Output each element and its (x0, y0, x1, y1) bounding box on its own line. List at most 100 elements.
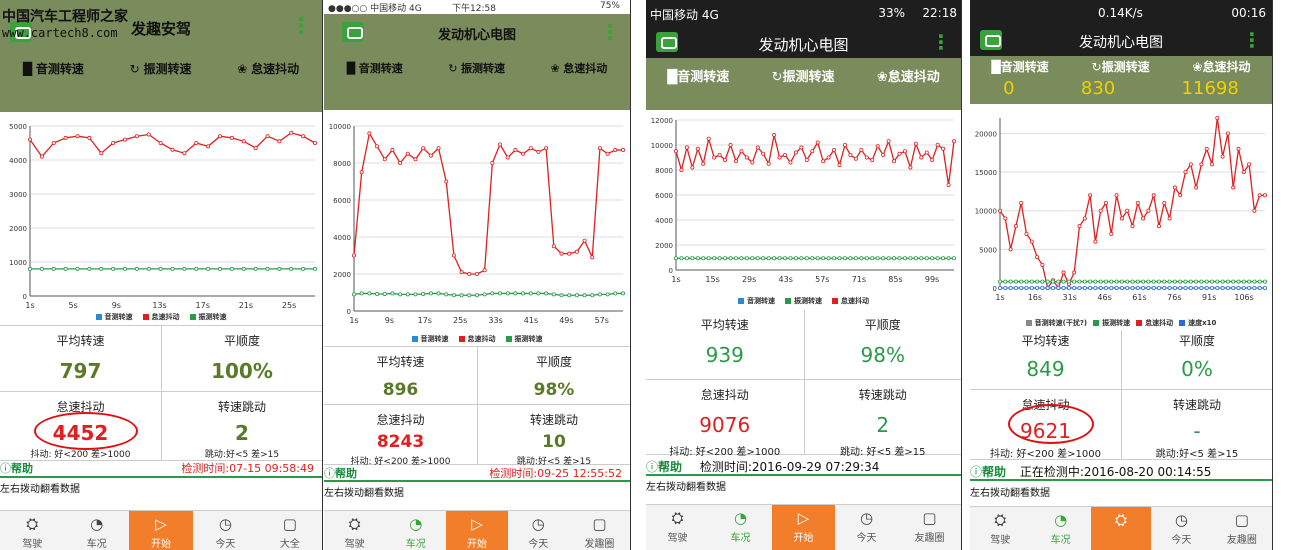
status-bar: ●●●○○ 中国移动 4G 下午12:58 75% (324, 0, 630, 14)
data-point (673, 256, 678, 261)
bottom-nav: ⛭ 驾驶 ◔ 车况 ▷ 开始 ◷ 今天 ▢ 大全 (0, 510, 322, 550)
menu-icon[interactable]: ⋮ (290, 14, 312, 39)
nav-drive[interactable]: ⛭ 驾驶 (324, 511, 385, 550)
nav-drive[interactable]: ⛭ 驾驶 (646, 505, 709, 550)
swipe-hint: 左右拨动翻看数据 (646, 482, 726, 493)
live-vibration-rpm: 830 (1080, 78, 1116, 99)
detect-time: 检测时间:07-15 09:58:49 (181, 462, 314, 475)
data-point (1194, 285, 1199, 290)
nav-condition[interactable]: ◔ 车况 (64, 511, 128, 550)
data-point (436, 291, 441, 296)
data-point (1061, 285, 1066, 290)
tab-vibration-rpm[interactable]: ↻振测转速 (772, 66, 835, 85)
data-point (1130, 279, 1135, 284)
data-point (375, 144, 380, 149)
data-point (1172, 279, 1177, 284)
nav-today[interactable]: ◷ 今天 (193, 511, 257, 550)
data-point (1241, 170, 1246, 175)
nav-condition[interactable]: ◔ 车况 (385, 511, 446, 550)
data-point (1066, 285, 1071, 290)
tab-idle-shake[interactable]: ❀ 怠速抖动 (237, 60, 299, 77)
tab-sound-rpm[interactable]: █音测转速 (667, 66, 729, 85)
menu-icon[interactable]: ⋮ (931, 30, 951, 54)
data-point (690, 256, 695, 261)
data-point (924, 150, 929, 155)
metric-tabs: █ 音测转速 ↻ 振测转速 ❀ 怠速抖动 (324, 60, 630, 76)
tab-sound-rpm[interactable]: █音测转速 (991, 58, 1048, 75)
tab-vibration-rpm[interactable]: ↻ 振测转速 (448, 60, 505, 76)
legend-item: 怠速抖动 (832, 296, 869, 306)
tab-idle-shake[interactable]: ❀怠速抖动 (877, 66, 940, 85)
help-link[interactable]: ⓘ帮助 (324, 467, 357, 480)
help-link[interactable]: ⓘ帮助 (970, 465, 1006, 479)
phone-screenshot-4: 0.14K/s 00:16 发动机心电图 ⋮ █音测转速 ↻振测转速 ❀怠速抖动… (970, 0, 1273, 550)
data-point (229, 266, 234, 271)
data-point (241, 266, 246, 271)
smoothness-value: 98% (533, 380, 575, 400)
data-point (1262, 279, 1267, 284)
nav-today[interactable]: ◷ 今天 (508, 511, 569, 550)
data-point (1236, 285, 1241, 290)
data-point (405, 151, 410, 156)
data-point (351, 292, 356, 297)
y-tick-label: 5000 (9, 123, 27, 131)
data-point (826, 256, 831, 261)
help-row: ⓘ帮助 检测时间:2016-09-29 07:29:34 (646, 458, 961, 476)
data-point (1103, 285, 1108, 290)
tab-idle-shake[interactable]: ❀怠速抖动 (1192, 58, 1250, 75)
data-point (590, 255, 595, 260)
data-point (351, 253, 356, 258)
data-point (712, 256, 717, 261)
y-tick-label: 12000 (651, 117, 673, 125)
carrier: 中国移动 4G (650, 8, 719, 22)
data-point (75, 134, 80, 139)
y-tick-label: 10000 (651, 142, 673, 150)
data-point (158, 266, 163, 271)
menu-icon[interactable]: ⋮ (1242, 28, 1262, 52)
tab-sound-rpm[interactable]: █ 音测转速 (23, 60, 84, 77)
data-point (1257, 285, 1262, 290)
data-point (544, 146, 549, 151)
page-title: 发动机心电图 (437, 28, 516, 43)
data-point (1141, 279, 1146, 284)
rpm-jump-value: 2 (876, 413, 890, 437)
data-point (864, 155, 869, 160)
x-tick-label: 99s (925, 275, 939, 284)
data-point (733, 159, 738, 164)
legend-item: 音测转速(干扰?) (1025, 318, 1087, 328)
nav-condition[interactable]: ◔ 车况 (709, 505, 772, 550)
tab-vibration-rpm[interactable]: ↻ 振测转速 (130, 60, 192, 77)
help-link[interactable]: ⓘ帮助 (0, 462, 33, 475)
nav-recording[interactable]: ⛭ (1090, 507, 1152, 550)
nav-community[interactable]: ▢ 发趣圈 (569, 511, 630, 550)
data-point (810, 256, 815, 261)
menu-icon[interactable]: ⋮ (600, 20, 620, 44)
nav-drive[interactable]: ⛭ 驾驶 (970, 507, 1030, 550)
data-point (1125, 279, 1130, 284)
nav-today[interactable]: ◷ 今天 (835, 505, 898, 550)
legend-item: 音测转速 (95, 312, 133, 322)
play-icon: ▷ (797, 509, 810, 527)
nav-condition[interactable]: ◔ 车况 (1030, 507, 1090, 550)
tab-sound-rpm[interactable]: █ 音测转速 (347, 60, 403, 76)
play-icon: ▷ (471, 515, 483, 533)
nav-community[interactable]: ▢ 友趣圈 (898, 505, 961, 550)
smoothness-value: 100% (211, 359, 273, 383)
data-point (930, 256, 935, 261)
nav-community[interactable]: ▢ 友趣圈 (1212, 507, 1272, 550)
nav-drive[interactable]: ⛭ 驾驶 (0, 511, 64, 550)
nav-start[interactable]: ▷ 开始 (128, 511, 194, 550)
nav-start[interactable]: ▷ 开始 (446, 511, 508, 550)
nav-start[interactable]: ▷ 开始 (772, 505, 835, 550)
help-link[interactable]: ⓘ帮助 (646, 460, 682, 474)
data-point (821, 159, 826, 164)
nav-today[interactable]: ◷ 今天 (1151, 507, 1211, 550)
tab-vibration-rpm[interactable]: ↻振测转速 (1092, 58, 1150, 75)
tab-idle-shake[interactable]: ❀ 怠速抖动 (551, 60, 608, 76)
data-point (1056, 279, 1061, 284)
x-tick-label: 21s (239, 301, 253, 310)
data-point (1252, 285, 1257, 290)
nav-more[interactable]: ▢ 大全 (258, 511, 322, 550)
avg-rpm-cell: 平均转速 849 (970, 330, 1121, 390)
data-point (815, 140, 820, 145)
